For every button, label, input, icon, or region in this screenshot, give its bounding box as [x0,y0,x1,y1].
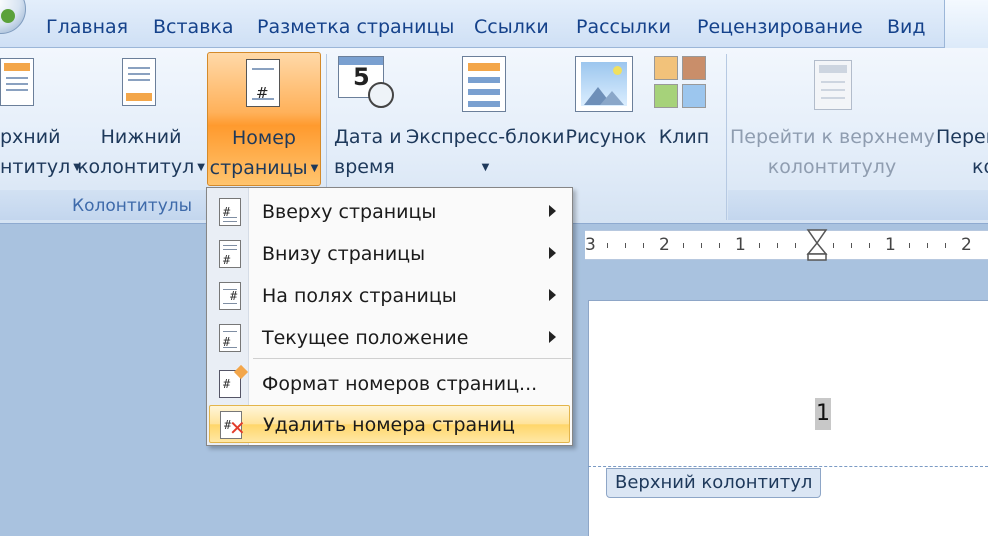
menu-item-current-position[interactable]: # Текущее положение [209,319,570,357]
date-time-button[interactable]: Дата и время [334,122,404,182]
tab-references[interactable]: Ссылки [474,16,549,38]
clip-button[interactable]: Клип [650,122,718,152]
goto-header-icon [814,60,852,110]
header-boundary-line [588,466,988,467]
menu-item-bottom-of-page[interactable]: # Внизу страницы [209,235,570,273]
goto-footer-button[interactable]: Перей ко [936,122,988,182]
dropdown-caret-icon: ▼ [481,161,490,173]
ruler-label: 1 [735,235,746,255]
menu-item-remove-page-numbers[interactable]: # ✕ Удалить номера страниц [209,405,570,443]
format-page-numbers-icon: # [219,364,249,398]
indent-marker-icon[interactable] [806,228,828,262]
page-number-button-line1: Номер [232,127,296,149]
tab-home[interactable]: Главная [46,16,128,38]
header-button[interactable]: рхний нтитул ▼ [0,122,81,183]
tab-page-layout[interactable]: Разметка страницы [257,16,454,38]
header-label-tag: Верхний колонтитул [606,468,822,498]
ruler-label: 2 [659,235,670,255]
footer-button-line1: Нижний [100,126,182,148]
page-top-number-icon: # [219,198,241,226]
menu-item-label: На полях страницы [262,285,457,307]
quick-parts-button[interactable]: Экспресс-блоки ▼ [406,122,565,183]
menu-item-label: Текущее положение [262,327,469,349]
ruler-label: 2 [961,235,972,255]
goto-footer-line2: ко [972,156,988,178]
group-separator [726,54,727,220]
ruler-label: 3 [585,235,596,255]
page-number-button-line2: страницы [209,157,308,179]
submenu-arrow-icon [549,247,556,259]
goto-header-button[interactable]: Перейти к верхнему колонтитулу [730,122,935,182]
tab-review[interactable]: Рецензирование [697,16,863,38]
dropdown-caret-icon: ▼ [310,162,319,174]
office-button[interactable] [0,0,26,34]
goto-footer-line1: Перей [936,126,988,148]
group-footer-navigation [728,190,988,220]
submenu-arrow-icon [549,331,556,343]
menu-item-page-margins[interactable]: # На полях страницы [209,277,570,315]
picture-button[interactable]: Рисунок [564,122,648,152]
clip-art-icon [654,56,708,112]
tab-mailings[interactable]: Рассылки [576,16,671,38]
quick-parts-icon [462,56,506,112]
header-doc-icon [0,58,34,106]
footer-button[interactable]: Нижний колонтитул ▼ [76,122,206,183]
menu-item-label: Удалить номера страниц [263,414,515,436]
header-button-line1: рхний [0,126,61,148]
current-position-number-icon: # [219,324,241,352]
ruler-label: 1 [885,235,896,255]
calendar-digit: 5 [353,63,370,91]
menu-item-label: Формат номеров страниц... [262,373,538,395]
submenu-arrow-icon [549,205,556,217]
page-number-icon: # [246,59,280,107]
clip-label: Клип [658,126,710,148]
document-page[interactable] [588,300,988,536]
date-time-line2: время [334,156,395,178]
date-time-line1: Дата и [334,126,402,148]
menu-separator [253,358,571,359]
remove-page-numbers-icon: # ✕ [220,411,246,439]
goto-header-line1: Перейти к верхнему [730,126,935,148]
footer-button-line2: колонтитул [77,156,195,178]
picture-icon [575,56,633,112]
tab-insert[interactable]: Вставка [153,16,234,38]
picture-label: Рисунок [565,126,647,148]
quick-parts-label: Экспресс-блоки [406,126,565,148]
header-button-line2: нтитул [0,156,71,178]
ribbon-tab-strip: Главная Вставка Разметка страницы Ссылки… [0,0,988,48]
menu-item-label: Вверху страницы [262,201,437,223]
footer-doc-icon [122,58,156,106]
page-number-button[interactable]: # Номер страницы ▼ [207,52,321,186]
page-margin-number-icon: # [219,282,241,310]
group-label-header-footer: Колонтитулы [72,196,193,216]
calendar-clock-icon: 5 [338,56,394,108]
hash-icon: # [256,84,269,102]
office-logo-icon [1,9,15,23]
menu-item-format-page-numbers[interactable]: # Формат номеров страниц... [209,364,570,403]
tab-view[interactable]: Вид [887,16,926,38]
tab-design-active[interactable] [944,0,988,48]
page-number-menu: # Вверху страницы # Внизу страницы # На … [206,187,573,446]
menu-item-label: Внизу страницы [262,243,426,265]
page-number-field[interactable]: 1 [815,398,831,430]
dropdown-caret-icon: ▼ [197,161,205,173]
menu-item-top-of-page[interactable]: # Вверху страницы [209,193,570,231]
submenu-arrow-icon [549,289,556,301]
page-bottom-number-icon: # [219,240,241,268]
horizontal-ruler[interactable]: 3 2 1 1 2 [585,230,988,260]
goto-header-line2: колонтитулу [767,156,897,178]
